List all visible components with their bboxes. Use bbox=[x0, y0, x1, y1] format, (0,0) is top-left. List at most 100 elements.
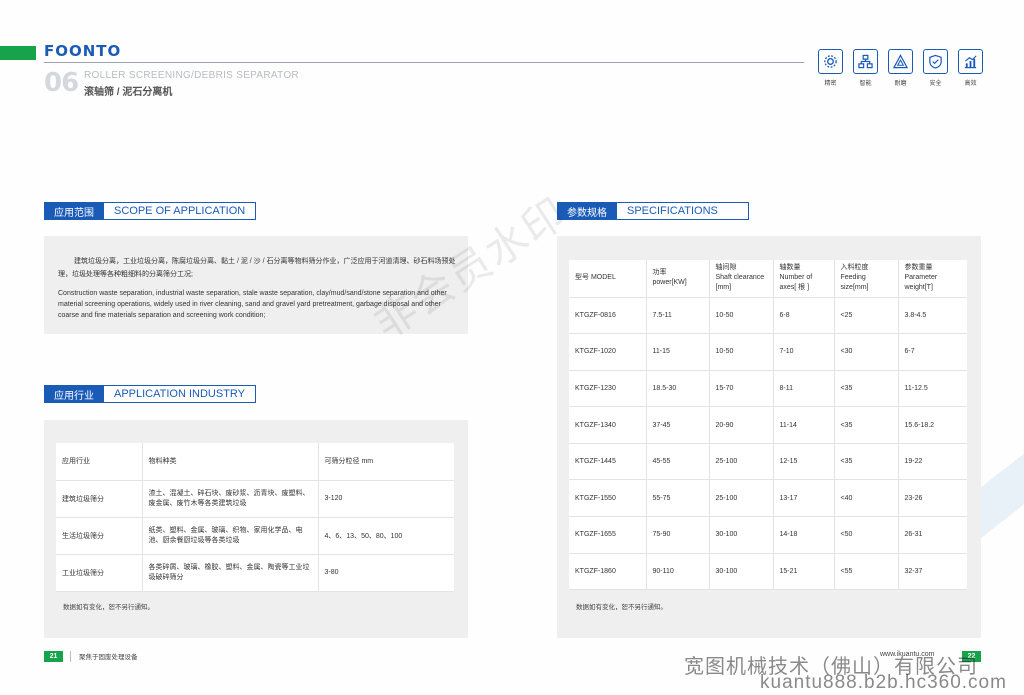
table-cell: 20-90 bbox=[709, 406, 774, 444]
table-cell: 7-10 bbox=[773, 333, 835, 371]
table-cell: KTGZF-1230 bbox=[569, 370, 647, 408]
table-cell: 7.5-11 bbox=[646, 297, 710, 335]
table-cell: 6-7 bbox=[898, 333, 967, 371]
header-unit: [mm] bbox=[715, 284, 732, 292]
feature-smart: 智能 bbox=[853, 49, 878, 87]
table-cell: <50 bbox=[834, 516, 899, 554]
table-row: 工业垃圾筛分 各类碎屑、玻璃、橡胶、塑料、金属、陶瓷等工业垃圾破碎筛分 3-80 bbox=[56, 554, 454, 592]
brand-logo: FOONTO bbox=[44, 42, 122, 60]
column-header: 入料粒度 Feeding size[mm] bbox=[834, 260, 899, 298]
table-cell: 30-100 bbox=[709, 516, 774, 554]
table-cell: 75-90 bbox=[646, 516, 710, 554]
table-cell: 工业垃圾筛分 bbox=[56, 554, 143, 592]
feature-efficiency: 高效 bbox=[958, 49, 983, 87]
header-en: Number of bbox=[779, 274, 813, 282]
site-watermark: kuantu888.b2b.hc360.com bbox=[760, 672, 1007, 693]
table-row: KTGZF-1860 90-110 30-100 15-21 <55 32-37 bbox=[569, 553, 967, 591]
feature-precision: 精密 bbox=[818, 49, 843, 87]
header-unit: axes[ 根 ] bbox=[779, 284, 810, 292]
table-cell: 10-50 bbox=[709, 333, 774, 371]
feature-safety: 安全 bbox=[923, 49, 948, 87]
table-cell: 3-120 bbox=[318, 480, 454, 518]
table-cell: 3.8-4.5 bbox=[898, 297, 967, 335]
header-cn: 轴数量 bbox=[779, 264, 801, 272]
table-cell: 26-31 bbox=[898, 516, 967, 554]
table-cell: 11-14 bbox=[773, 406, 835, 444]
header-cn: 入料粒度 bbox=[840, 264, 869, 272]
footer-slogan: 聚焦于固废处理设备 bbox=[79, 654, 138, 661]
table-cell: 渣土、混凝土、碎石块、废砂浆、沥青块、废塑料、废金属、废竹木等各类建筑垃圾 bbox=[142, 480, 319, 518]
table-cell: 30-100 bbox=[709, 553, 774, 591]
table-cell: <25 bbox=[834, 297, 899, 335]
table-cell: 生活垃圾筛分 bbox=[56, 517, 143, 555]
table-row: KTGZF-1445 45-55 25-100 12-15 <35 19-22 bbox=[569, 443, 967, 481]
table-cell: 11-15 bbox=[646, 333, 710, 371]
header-cn: 参数重量 bbox=[904, 264, 933, 272]
table-cell: 18.5-30 bbox=[646, 370, 710, 408]
table-row: KTGZF-1020 11-15 10-50 7-10 <30 6-7 bbox=[569, 333, 967, 371]
table-cell: 各类碎屑、玻璃、橡胶、塑料、金属、陶瓷等工业垃圾破碎筛分 bbox=[142, 554, 319, 592]
header-rule bbox=[44, 62, 804, 63]
header-cn: 型号 MODEL bbox=[575, 274, 616, 282]
table-cell: 90-110 bbox=[646, 553, 710, 591]
table-cell: 4、6、13、50、80、100 bbox=[318, 517, 454, 555]
table-cell: 25-100 bbox=[709, 443, 774, 481]
header-unit: size[mm] bbox=[840, 284, 869, 292]
feature-label: 安全 bbox=[929, 81, 942, 87]
feature-wear: 耐磨 bbox=[888, 49, 913, 87]
column-header: 参数重量 Parameter weight[T] bbox=[898, 260, 967, 298]
table-cell: 23-26 bbox=[898, 479, 967, 518]
table-cell: KTGZF-1445 bbox=[569, 443, 647, 481]
table-cell: 6-8 bbox=[773, 297, 835, 335]
gear-icon bbox=[824, 55, 837, 68]
table-cell: KTGZF-1655 bbox=[569, 516, 647, 554]
table-row: 生活垃圾筛分 纸类、塑料、金属、玻璃、织物、家用化学品、电池、厨余餐厨垃圾等各类… bbox=[56, 517, 454, 555]
column-header: 物料种类 bbox=[142, 443, 319, 481]
header-cn: 功率 bbox=[652, 269, 667, 277]
network-icon bbox=[858, 54, 873, 69]
shield-icon bbox=[929, 54, 942, 69]
table-cell: 25-100 bbox=[709, 479, 774, 518]
table-cell: 14-18 bbox=[773, 516, 835, 554]
table-cell: 纸类、塑料、金属、玻璃、织物、家用化学品、电池、厨余餐厨垃圾等各类垃圾 bbox=[142, 517, 319, 555]
table-cell: 15-70 bbox=[709, 370, 774, 408]
specs-header-en: SPECIFICATIONS bbox=[617, 202, 749, 220]
table-cell: 45-55 bbox=[646, 443, 710, 481]
header-en: Parameter bbox=[904, 274, 938, 282]
header-en: Shaft clearance bbox=[715, 274, 765, 282]
section-title-en: ROLLER SCREENING/DEBRIS SEPARATOR bbox=[84, 70, 299, 81]
header-unit: weight[T] bbox=[904, 284, 933, 292]
table-header-row: 型号 MODEL 功率 power[KW] 轴间隙 Shaft clearance [… bbox=[569, 260, 967, 298]
table-cell: 建筑垃圾筛分 bbox=[56, 480, 143, 518]
feature-label: 高效 bbox=[964, 81, 977, 87]
table-cell: 15.6-18.2 bbox=[898, 406, 967, 444]
table-cell: 11-12.5 bbox=[898, 370, 967, 408]
table-cell: <35 bbox=[834, 370, 899, 408]
specs-table: 型号 MODEL 功率 power[KW] 轴间隙 Shaft clearance [… bbox=[569, 260, 967, 591]
table-row: KTGZF-1550 55-75 25-100 13-17 <40 23-26 bbox=[569, 479, 967, 518]
column-header: 功率 power[KW] bbox=[646, 260, 710, 298]
industry-header: 应用行业 APPLICATION INDUSTRY bbox=[44, 385, 257, 403]
feature-label: 智能 bbox=[859, 81, 872, 87]
footer-divider bbox=[70, 651, 71, 662]
table-cell: KTGZF-1340 bbox=[569, 406, 647, 444]
table-cell: KTGZF-1550 bbox=[569, 479, 647, 518]
table-cell: 12-15 bbox=[773, 443, 835, 481]
column-header: 应用行业 bbox=[56, 443, 143, 481]
table-cell: <30 bbox=[834, 333, 899, 371]
table-row: 建筑垃圾筛分 渣土、混凝土、碎石块、废砂浆、沥青块、废塑料、废金属、废竹木等各类… bbox=[56, 480, 454, 518]
table-row: KTGZF-1340 37-45 20-90 11-14 <35 15.6-18.2 bbox=[569, 406, 967, 444]
table-row: KTGZF-1655 75-90 30-100 14-18 <50 26-31 bbox=[569, 516, 967, 554]
specs-header: 参数规格 SPECIFICATIONS bbox=[557, 202, 749, 220]
table-cell: 37-45 bbox=[646, 406, 710, 444]
table-cell: 32-37 bbox=[898, 553, 967, 591]
table-cell: KTGZF-0816 bbox=[569, 297, 647, 335]
scope-header-en: SCOPE OF APPLICATION bbox=[104, 202, 257, 220]
table-cell: 10-50 bbox=[709, 297, 774, 335]
triangle-icon bbox=[893, 54, 908, 69]
industry-header-cn: 应用行业 bbox=[44, 385, 104, 403]
table-row: KTGZF-0816 7.5-11 10-50 6-8 <25 3.8-4.5 bbox=[569, 297, 967, 335]
chart-icon bbox=[964, 55, 977, 69]
section-number: 06 bbox=[44, 68, 79, 98]
header-en: Feeding bbox=[840, 274, 866, 282]
